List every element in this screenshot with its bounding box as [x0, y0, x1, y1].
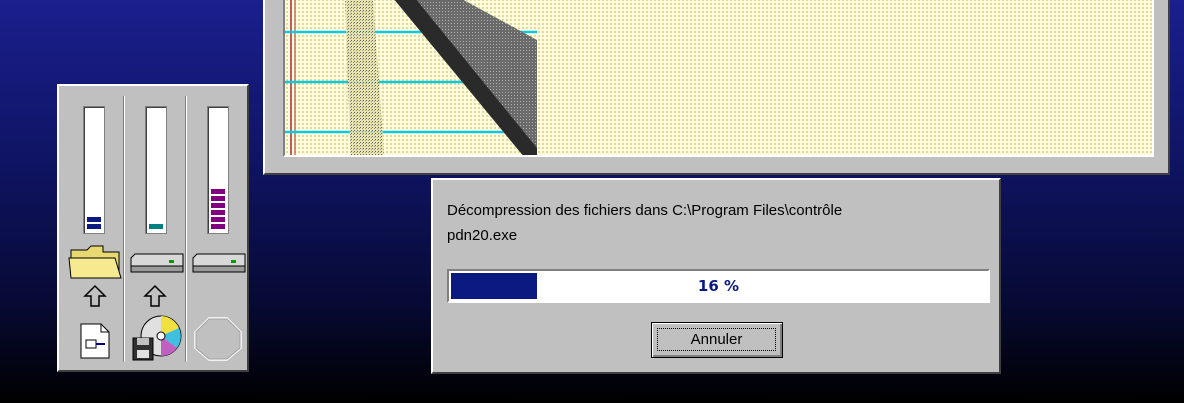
message-line-filename: pdn20.exe	[447, 227, 518, 244]
meter-folder	[65, 94, 123, 366]
progress-bar: 16 %	[447, 269, 990, 303]
document-icon	[80, 323, 110, 359]
up-arrow-icon	[83, 284, 107, 307]
meter-tube	[145, 106, 167, 234]
pencil-illustration	[285, 0, 537, 155]
setup-image-window	[263, 0, 1170, 175]
message-line-destination: Décompression des fichiers dans C:\Progr…	[447, 202, 843, 219]
meter-disk-space	[189, 94, 247, 366]
meter-divider	[185, 96, 187, 362]
cancel-button-label: Annuler	[657, 328, 776, 351]
hard-drive-icon	[192, 253, 246, 273]
up-arrow-icon	[143, 284, 167, 307]
octagon-icon	[194, 317, 242, 361]
meter-tube	[207, 106, 229, 234]
dialog-message: Décompression des fichiers dans C:\Progr…	[447, 198, 842, 248]
meter-divider	[123, 96, 125, 362]
meter-hard-drive	[127, 94, 185, 366]
notebook-pencil-image	[283, 0, 1154, 157]
progress-percent-label: 16 %	[697, 277, 740, 295]
decompression-dialog: Décompression des fichiers dans C:\Progr…	[431, 178, 1001, 374]
cd-floppy-icon	[132, 315, 182, 361]
meter-tube	[83, 106, 105, 234]
hard-drive-icon	[130, 253, 184, 273]
folder-icon	[68, 245, 122, 279]
cancel-button[interactable]: Annuler	[651, 322, 783, 358]
progress-meters-panel	[57, 84, 249, 372]
